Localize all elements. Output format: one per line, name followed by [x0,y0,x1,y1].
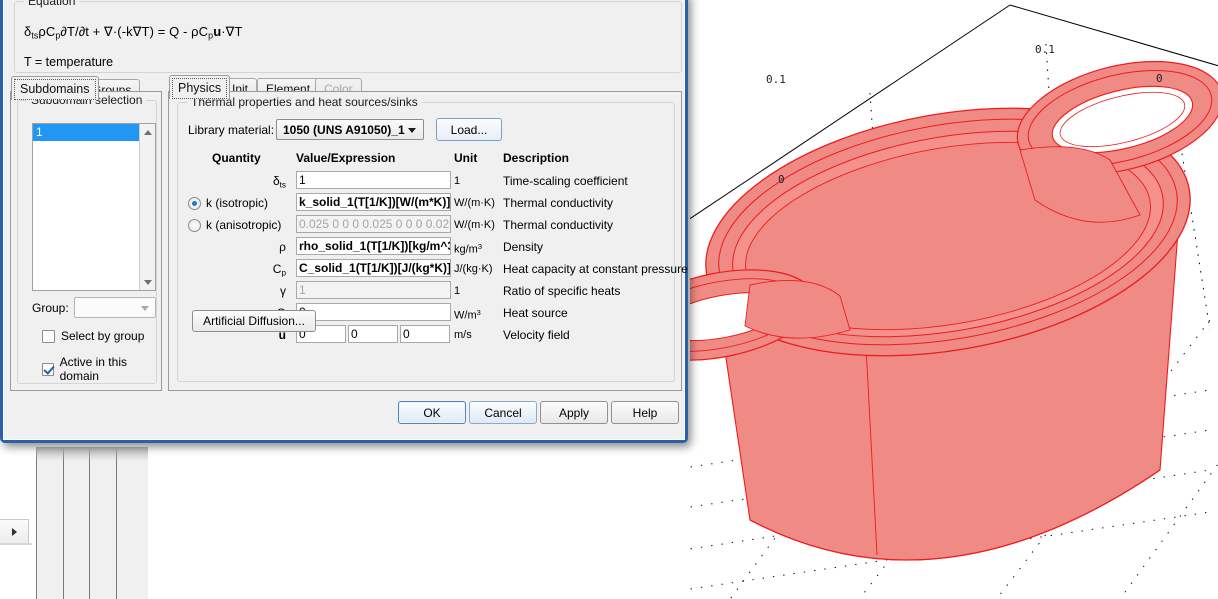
load-button-label: Load... [450,122,488,137]
radio-isotropic[interactable]: k (isotropic) [188,193,300,213]
cancel-button[interactable]: Cancel [469,401,537,424]
button-label: Apply [558,405,590,420]
equation-group-title: Equation [24,0,80,8]
pot-geometry [690,60,1218,561]
column-header-value: Value/Expression [296,151,396,165]
property-value-input[interactable]: 0 [296,303,451,321]
chevron-down-icon [408,128,416,133]
property-quantity-label: γ [280,284,286,298]
axis-tick-label: 0.1 [766,73,786,86]
dialog-button-bar: OK Cancel Apply Help [4,397,684,441]
ok-button[interactable]: OK [398,401,466,424]
property-quantity-label: ρ [279,240,286,254]
group-select[interactable] [74,297,156,318]
property-description: Density [503,240,544,254]
property-row: k (isotropic) k_solid_1(T[1/K])[W/(m*K)] W… [178,193,676,213]
radio-selected-icon [188,196,201,210]
thermal-properties-groupbox: Thermal properties and heat sources/sink… [177,95,688,382]
subdomains-panel: Subdomain selection 1 Group: Select by g… [10,91,162,391]
subdomain-settings-dialog: Equation δtsρCp∂T/∂t + ∇·(-k∇T) = Q - ρC… [0,0,688,443]
subdomain-selection-groupbox: Subdomain selection 1 Group: Select by g… [17,93,157,384]
tab-physics[interactable]: Physics [169,75,231,99]
property-row: k (anisotropic) 0.025 0 0 0 0.025 0 0 0 0… [178,215,676,235]
axis-tick-label: 0.1 [1035,43,1055,56]
equation-expression: δtsρCp∂T/∂t + ∇·(-k∇T) = Q - ρCpu·∇T [24,24,243,41]
radio-anisotropic[interactable]: k (anisotropic) [188,215,300,235]
triangle-right-icon [11,527,17,536]
velocity-component-input[interactable]: 0 [400,325,450,343]
physics-panel: Thermal properties and heat sources/sink… [168,91,688,391]
column-header-unit: Unit [454,151,478,165]
axis-tick-label: 0 [778,173,785,186]
library-material-value: 1050 (UNS A91050)_1 [283,123,405,137]
property-quantity-label: Cp [272,262,286,278]
property-quantity-label: k (isotropic) [206,196,269,210]
focus-ring [172,78,228,99]
list-item[interactable]: 1 [33,124,139,141]
equation-groupbox: Equation δtsρCp∂T/∂t + ∇·(-k∇T) = Q - ρC… [14,0,682,73]
button-label: Cancel [484,405,522,420]
load-button[interactable]: Load... [436,118,502,141]
property-value-input[interactable]: k_solid_1(T[1/K])[W/(m*K)] [296,193,451,211]
property-row: ρ rho_solid_1(T[1/K])[kg/m^3] kg/m3 Density [178,237,676,257]
property-row: γ 1 1 Ratio of specific heats [178,281,676,301]
axis-tick-label: 0 [1156,72,1163,85]
property-quantity-label: k (anisotropic) [206,218,282,232]
3d-geometry-view[interactable]: 0.1 0 0.1 0 [690,0,1218,599]
property-description: Thermal conductivity [503,196,614,210]
scroll-down-icon[interactable] [140,274,155,290]
column-divider [89,447,90,599]
checkbox-checked-icon [42,362,54,376]
property-description: Heat capacity at constant pressure [503,262,688,276]
property-description: Ratio of specific heats [503,284,621,298]
property-value-input[interactable]: rho_solid_1(T[1/K])[kg/m^3] [296,237,451,255]
property-row: Cp C_solid_1(T[1/K])[J/(kg*K)] J/(kg·K) Hea… [178,259,688,279]
velocity-component-input[interactable]: 0 [348,325,398,343]
artificial-diffusion-button[interactable]: Artificial Diffusion... [192,310,316,332]
column-header-quantity: Quantity [212,151,261,165]
apply-button[interactable]: Apply [540,401,608,424]
select-by-group-checkbox[interactable]: Select by group [42,329,144,343]
equation-variable-note: T = temperature [24,55,114,69]
radio-icon [188,218,201,232]
background-column-headers [36,447,148,599]
3d-model-canvas: 0.1 0 0.1 0 [690,4,1218,599]
dialog-drop-shadow [36,447,148,461]
help-button[interactable]: Help [611,401,679,424]
property-description: Thermal conductivity [503,218,614,232]
property-quantity-label: δts [272,174,286,190]
library-material-label: Library material: [188,123,275,137]
library-material-select[interactable]: 1050 (UNS A91050)_1 [276,119,424,140]
divider [0,543,32,545]
column-divider [116,447,117,599]
property-description: Velocity field [503,328,570,342]
panel-expander-button[interactable] [0,519,29,544]
group-label: Group: [32,301,69,315]
column-divider [63,447,64,599]
checkbox-icon [42,329,55,343]
focus-ring [14,79,96,100]
tab-subdomains[interactable]: Subdomains [11,76,99,100]
property-description: Heat source [503,306,568,320]
property-value-input[interactable]: C_solid_1(T[1/K])[J/(kg*K)] [296,259,451,277]
property-description: Time-scaling coefficient [503,174,628,188]
artificial-diffusion-label: Artificial Diffusion... [203,314,305,328]
active-in-domain-label: Active in this domain [59,355,127,383]
subdomain-list-scrollbar[interactable] [139,124,155,290]
active-in-domain-checkbox[interactable]: Active in this domain [42,355,156,383]
property-value-input[interactable]: 1 [296,171,451,189]
property-row: δts 1 1 Time-scaling coefficient [178,171,676,191]
column-divider [36,447,38,599]
subdomain-list[interactable]: 1 [32,123,156,291]
select-by-group-label: Select by group [61,329,145,343]
button-label: OK [423,405,441,420]
button-label: Help [632,405,658,420]
column-header-description: Description [503,151,570,165]
property-value-input: 1 [296,281,451,299]
scroll-up-icon[interactable] [140,124,155,140]
property-value-input: 0.025 0 0 0 0.025 0 0 0 0.025 [296,215,451,233]
chevron-down-icon [141,306,149,311]
